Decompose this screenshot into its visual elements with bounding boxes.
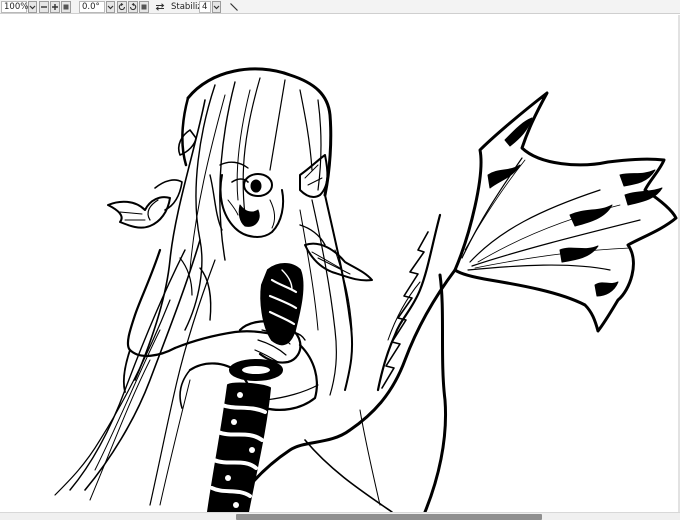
hair — [54, 67, 354, 506]
flip-icon — [155, 3, 165, 11]
rotation-angle-field[interactable]: 0.0° — [79, 1, 105, 13]
mermaid-line-art — [54, 67, 678, 512]
brush-tool-button[interactable] — [228, 1, 240, 13]
horizontal-scrollbar[interactable] — [0, 512, 680, 520]
zoom-dropdown-button[interactable] — [28, 1, 37, 13]
tail-fin — [453, 91, 678, 333]
chevron-down-icon — [29, 5, 36, 10]
chevron-down-icon — [213, 5, 220, 10]
rotate-left-icon — [118, 3, 126, 11]
stabilizer-dropdown-button[interactable] — [212, 1, 221, 13]
scrollbar-thumb[interactable] — [236, 514, 542, 520]
rotate-left-button[interactable] — [117, 1, 127, 13]
rotate-right-icon — [129, 3, 137, 11]
plus-icon — [52, 4, 58, 10]
canvas-toolbar: 100% 0.0° Stabilizer 4 — [0, 0, 680, 14]
rotate-right-button[interactable] — [128, 1, 138, 13]
square-icon — [63, 4, 69, 10]
minus-icon — [41, 6, 47, 8]
fit-to-window-button[interactable] — [61, 1, 71, 13]
pen-icon — [230, 3, 238, 11]
angle-dropdown-button[interactable] — [106, 1, 115, 13]
stabilizer-value-field[interactable]: 4 — [199, 1, 211, 13]
zoom-field[interactable]: 100% — [1, 1, 28, 13]
drawing-canvas[interactable] — [0, 15, 680, 512]
sword — [207, 263, 304, 512]
zoom-out-button[interactable] — [39, 1, 49, 13]
flip-horizontal-button[interactable] — [154, 1, 166, 13]
zoom-in-button[interactable] — [50, 1, 60, 13]
reset-rotation-button[interactable] — [139, 1, 149, 13]
square-icon — [141, 4, 147, 10]
chevron-down-icon — [107, 5, 114, 10]
